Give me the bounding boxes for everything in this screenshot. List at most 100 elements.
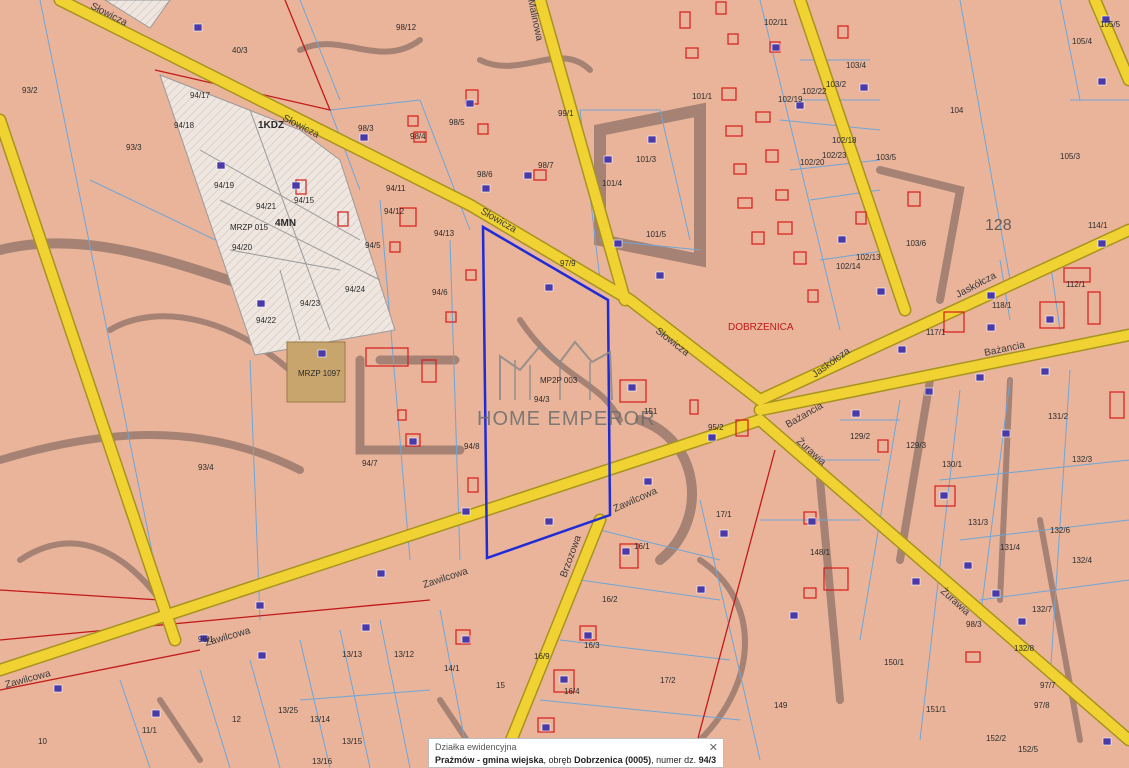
parcel-label: 131/4 bbox=[1000, 543, 1021, 552]
parcel-label: 102/13 bbox=[856, 253, 881, 262]
parcel-label: 98/3 bbox=[358, 124, 374, 133]
parcel-label: 94/21 bbox=[256, 202, 277, 211]
parcel-label: 102/22 bbox=[802, 87, 827, 96]
parcel-label: 102/19 bbox=[778, 95, 803, 104]
parcel-label: 94/20 bbox=[232, 243, 253, 252]
parcel-label: 132/7 bbox=[1032, 605, 1053, 614]
watermark-text: HOME EMPEROR bbox=[477, 408, 656, 430]
parcel-label: 16/9 bbox=[534, 652, 550, 661]
parcel-label: 130/1 bbox=[942, 460, 963, 469]
parcel-map[interactable]: HOME EMPEROR Słowicza Słowicza Słowicza … bbox=[0, 0, 1129, 768]
parcel-label: 132/3 bbox=[1072, 455, 1093, 464]
parcel-label: 149 bbox=[774, 701, 788, 710]
parcel-label: 105/4 bbox=[1072, 37, 1093, 46]
parcel-label: 17/2 bbox=[660, 676, 676, 685]
parcel-label: 152/5 bbox=[1018, 745, 1039, 754]
zone-label-mp2p-003: MP2P 003 bbox=[540, 376, 578, 385]
parcel-label: 94/23 bbox=[300, 299, 321, 308]
parcel-label: 97/8 bbox=[1034, 701, 1050, 710]
parcel-label: 98/12 bbox=[396, 23, 417, 32]
parcel-label: 94/17 bbox=[190, 91, 211, 100]
parcel-label: 102/18 bbox=[832, 136, 857, 145]
parcel-label: 132/4 bbox=[1072, 556, 1093, 565]
parcel-label: 94/15 bbox=[294, 196, 315, 205]
parcel-label: 102/23 bbox=[822, 151, 847, 160]
parcel-label: 94/6 bbox=[432, 288, 448, 297]
parcel-label: 93/2 bbox=[22, 86, 38, 95]
parcel-label: 114/1 bbox=[1088, 221, 1108, 230]
parcel-label: 98/7 bbox=[538, 161, 554, 170]
popup-rest: , obręb bbox=[543, 755, 575, 765]
parcel-label: 13/16 bbox=[312, 757, 333, 766]
parcel-label: 101/5 bbox=[646, 230, 667, 239]
popup-precinct: Dobrzenica (0005) bbox=[574, 755, 652, 765]
parcel-label: 16/4 bbox=[564, 687, 580, 696]
parcel-label: 131/3 bbox=[968, 518, 989, 527]
parcel-label: 12 bbox=[232, 715, 241, 724]
parcel-label: 94/22 bbox=[256, 316, 277, 325]
close-icon[interactable]: ✕ bbox=[709, 741, 718, 754]
popup-place: Prażmów - gmina wiejska bbox=[435, 755, 544, 765]
zone-label-128: 128 bbox=[985, 217, 1012, 234]
parcel-label: 17/1 bbox=[716, 510, 732, 519]
parcel-label: 15 bbox=[496, 681, 505, 690]
parcel-label: 94/7 bbox=[362, 459, 378, 468]
parcel-label: 129/2 bbox=[850, 432, 871, 441]
parcel-label: 102/20 bbox=[800, 158, 825, 167]
parcel-label: 148/1 bbox=[810, 548, 831, 557]
parcel-label: 98/4 bbox=[410, 132, 426, 141]
parcel-label: 13/13 bbox=[342, 650, 363, 659]
parcel-label: 97/9 bbox=[560, 259, 576, 268]
popup-number: 94/3 bbox=[698, 755, 717, 765]
parcel-label: 150/1 bbox=[884, 658, 905, 667]
parcel-label: 13/14 bbox=[310, 715, 331, 724]
parcel-label: 132/6 bbox=[1050, 526, 1071, 535]
parcel-label: 40/3 bbox=[232, 46, 248, 55]
parcel-label: 131/2 bbox=[1048, 412, 1069, 421]
place-label-dobrzenica: DOBRZENICA bbox=[728, 322, 794, 333]
parcel-label: 132/8 bbox=[1014, 644, 1035, 653]
parcel-label: 94/8 bbox=[464, 442, 480, 451]
parcel-label: 94/24 bbox=[345, 285, 366, 294]
parcel-label: 10 bbox=[38, 737, 47, 746]
parcel-label: 103/4 bbox=[846, 61, 867, 70]
parcel-label: 101/1 bbox=[692, 92, 713, 101]
parcel-label: 13/12 bbox=[394, 650, 415, 659]
parcel-label: 14/1 bbox=[444, 664, 460, 673]
zone-label-1kdz: 1KDZ bbox=[258, 120, 284, 131]
parcel-label: 98/5 bbox=[449, 118, 465, 127]
parcel-label: 102/11 bbox=[764, 18, 788, 27]
parcel-label: 103/2 bbox=[826, 80, 847, 89]
parcel-label: 103/5 bbox=[876, 153, 897, 162]
parcel-label: 16/3 bbox=[584, 641, 600, 650]
parcel-label: 105/5 bbox=[1100, 20, 1121, 29]
parcel-label: 94/13 bbox=[434, 229, 455, 238]
parcel-label: 94/18 bbox=[174, 121, 195, 130]
parcel-label: 117/1 bbox=[926, 328, 946, 337]
zone-label-mrzp-1097: MRZP 1097 bbox=[298, 369, 341, 378]
parcel-label: 118/1 bbox=[992, 301, 1012, 310]
parcel-label: 11/1 bbox=[142, 726, 158, 735]
popup-body: Prażmów - gmina wiejska, obręb Dobrzenic… bbox=[435, 755, 716, 765]
parcel-info-popup[interactable]: Działka ewidencyjna ✕ Prażmów - gmina wi… bbox=[428, 738, 724, 768]
parcel-label: 97/7 bbox=[1040, 681, 1056, 690]
parcel-label: 16/1 bbox=[634, 542, 650, 551]
zone-label-mrzp-015: MRZP 015 bbox=[230, 223, 269, 232]
parcel-label: 152/2 bbox=[986, 734, 1007, 743]
zone-label-4mn: 4MN bbox=[275, 218, 296, 229]
parcel-label-selected: 94/3 bbox=[534, 395, 550, 404]
popup-title: Działka ewidencyjna bbox=[435, 742, 517, 752]
parcel-label: 102/14 bbox=[836, 262, 861, 271]
parcel-label: 94/12 bbox=[384, 207, 405, 216]
parcel-label: 94/5 bbox=[365, 241, 381, 250]
parcel-label: 101/3 bbox=[636, 155, 657, 164]
parcel-label: 93/3 bbox=[126, 143, 142, 152]
parcel-label: 94/19 bbox=[214, 181, 235, 190]
parcel-label: 101/4 bbox=[602, 179, 623, 188]
parcel-label: 13/25 bbox=[278, 706, 299, 715]
parcel-label: 151 bbox=[644, 407, 658, 416]
parcel-label: 95/2 bbox=[708, 423, 724, 432]
parcel-label: 105/3 bbox=[1060, 152, 1081, 161]
parcel-label: 13/15 bbox=[342, 737, 363, 746]
parcel-label: 104 bbox=[950, 106, 964, 115]
